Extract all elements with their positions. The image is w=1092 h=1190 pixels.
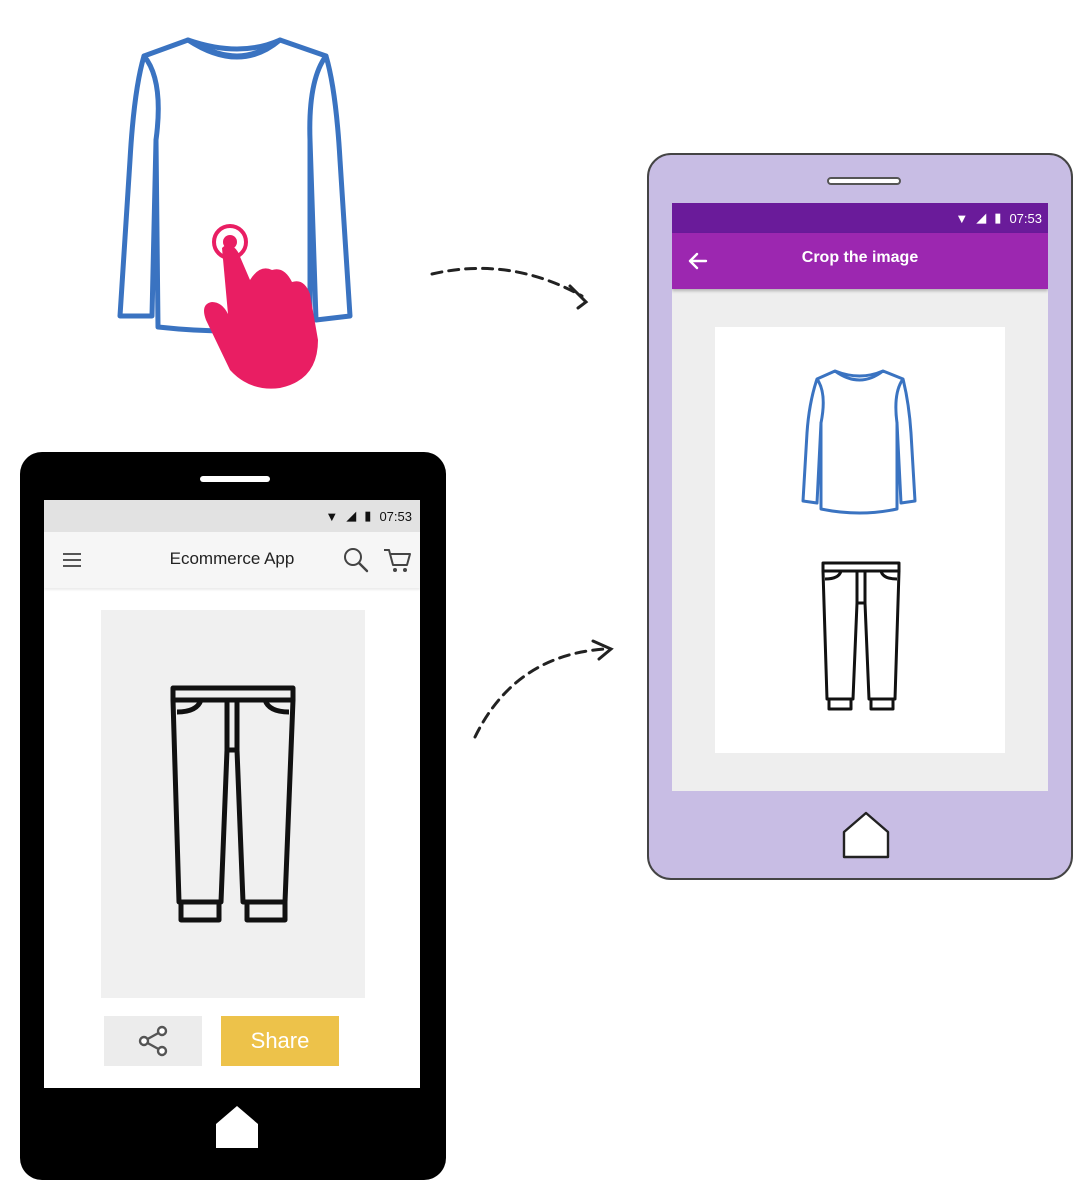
search-icon[interactable] <box>342 546 370 574</box>
app-bar: Ecommerce App <box>44 532 420 588</box>
crop-canvas[interactable] <box>715 327 1005 753</box>
pants-icon <box>821 561 901 711</box>
battery-icon: ▮ <box>364 508 372 523</box>
share-icon-button[interactable] <box>104 1016 202 1066</box>
home-icon[interactable] <box>841 810 891 860</box>
share-icon <box>138 1025 168 1057</box>
cart-icon[interactable] <box>382 546 412 574</box>
right-phone: ▼ ◢ ▮ 07:53 Crop the image <box>647 153 1073 880</box>
wifi-icon: ▼ <box>325 508 339 524</box>
long-sleeve-shirt-icon <box>801 369 917 515</box>
speaker <box>827 177 901 185</box>
tap-hand-icon <box>204 224 318 389</box>
speaker <box>200 476 270 482</box>
status-time: 07:53 <box>1009 210 1042 226</box>
wifi-icon: ▼ <box>955 210 969 226</box>
signal-icon: ◢ <box>976 210 987 225</box>
product-image <box>101 610 365 998</box>
share-button[interactable]: Share <box>221 1016 339 1066</box>
app-bar: Crop the image <box>672 233 1048 289</box>
signal-icon: ◢ <box>346 508 357 523</box>
dashed-arrow-top <box>430 266 589 310</box>
status-bar: ▼ ◢ ▮ 07:53 <box>672 203 1048 233</box>
home-icon[interactable] <box>214 1104 260 1150</box>
left-phone-screen: ▼ ◢ ▮ 07:53 Ecommerce App Share <box>44 500 420 1088</box>
dashed-arrow-icon <box>430 266 584 298</box>
status-bar: ▼ ◢ ▮ 07:53 <box>44 500 420 532</box>
status-time: 07:53 <box>379 508 412 524</box>
shirt-illustration <box>117 37 353 389</box>
pants-icon <box>170 685 296 923</box>
dashed-arrow-bottom <box>473 639 614 739</box>
right-phone-screen: ▼ ◢ ▮ 07:53 Crop the image <box>672 203 1048 791</box>
left-phone: ▼ ◢ ▮ 07:53 Ecommerce App Share <box>20 452 446 1180</box>
battery-icon: ▮ <box>994 210 1002 225</box>
dashed-arrow-icon <box>473 647 607 739</box>
screen-title: Crop the image <box>801 249 919 266</box>
